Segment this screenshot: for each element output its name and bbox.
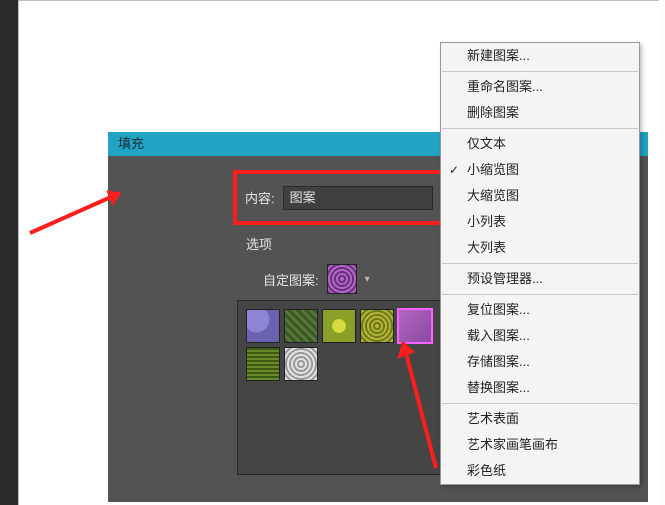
menu-item[interactable]: 预设管理器... [441,266,639,292]
menu-item[interactable]: 重命名图案... [441,74,639,100]
annotation-arrow [388,330,448,475]
menu-item[interactable]: 彩色纸 [441,458,639,484]
pattern-swatch[interactable] [246,309,280,343]
menu-item[interactable]: 载入图案... [441,323,639,349]
menu-separator [442,263,638,264]
custom-pattern-thumb[interactable] [327,264,357,294]
menu-item[interactable]: 小列表 [441,209,639,235]
menu-item[interactable]: 艺术表面 [441,406,639,432]
menu-separator [442,403,638,404]
pattern-swatch[interactable] [246,347,280,381]
menu-item[interactable]: 小缩览图 [441,157,639,183]
app-edge-strip [0,0,18,505]
menu-item[interactable]: 大列表 [441,235,639,261]
options-label: 选项 [246,234,272,253]
pattern-swatch[interactable] [322,309,356,343]
menu-separator [442,128,638,129]
menu-item[interactable]: 大缩览图 [441,183,639,209]
menu-item[interactable]: 复位图案... [441,297,639,323]
pattern-swatch[interactable] [284,309,318,343]
content-dropdown[interactable]: 图案 [283,186,433,210]
pattern-flyout-menu: 新建图案... 重命名图案...删除图案仅文本小缩览图大缩览图小列表大列表预设管理… [440,42,640,485]
menu-item[interactable]: 仅文本 [441,131,639,157]
menu-item[interactable]: 新建图案... [441,43,639,69]
chevron-down-icon[interactable]: ▾ [365,274,370,285]
custom-pattern-label: 自定图案: [263,270,319,289]
menu-item[interactable]: 艺术家画笔画布 [441,432,639,458]
menu-item[interactable]: 存储图案... [441,349,639,375]
annotation-arrow [25,185,135,240]
content-dropdown-value: 图案 [290,190,316,205]
menu-separator [442,71,638,72]
menu-item[interactable]: 替换图案... [441,375,639,401]
pattern-swatch[interactable] [284,347,318,381]
menu-separator [442,294,638,295]
content-label: 内容: [245,188,275,207]
menu-item[interactable]: 删除图案 [441,100,639,126]
custom-pattern-row: 自定图案: ▾ [263,264,370,294]
